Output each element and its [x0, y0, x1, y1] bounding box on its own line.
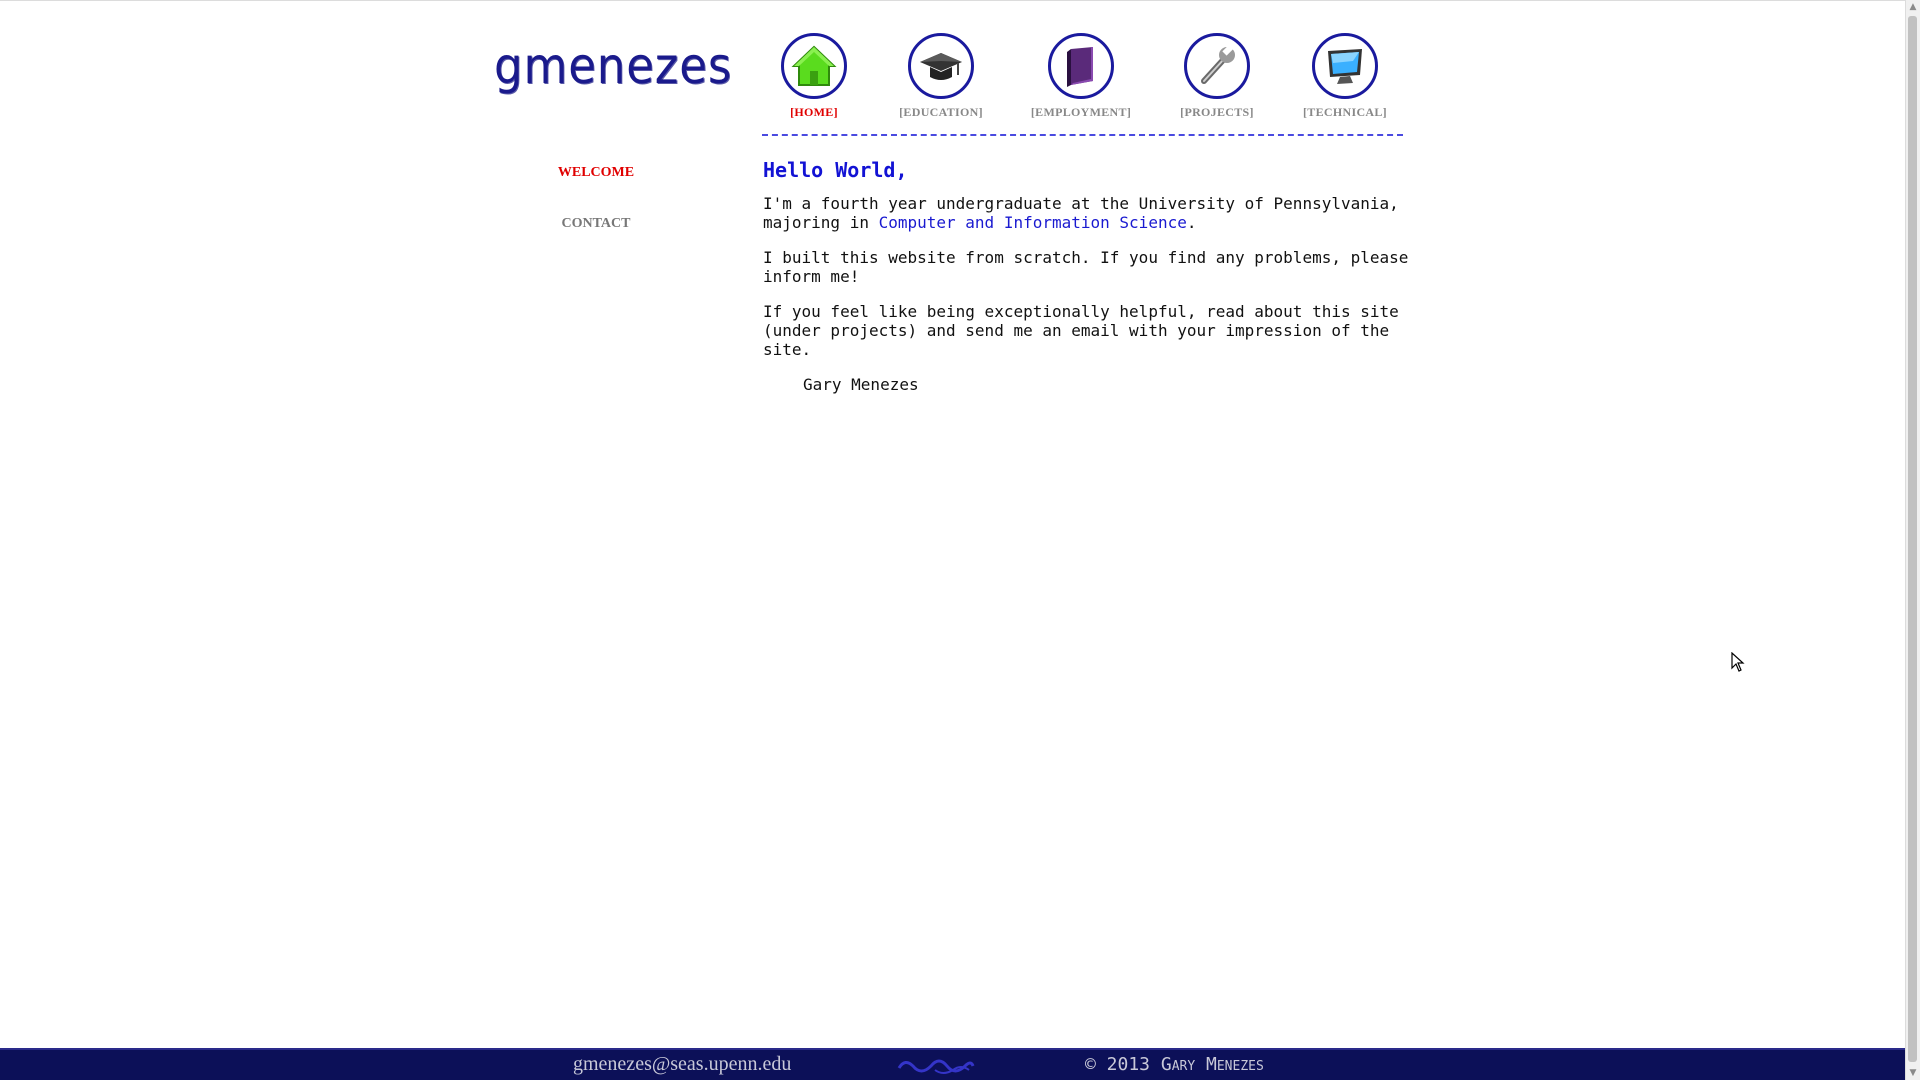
nav-education[interactable]: [EDUCATION]: [881, 33, 1001, 120]
scroll-down-arrow-icon[interactable]: ▼: [1906, 1066, 1920, 1080]
web-page: gmenezes [HOME] [EDUCATION] [EMPLOYMENT]…: [0, 0, 1905, 1080]
scrollbar-thumb[interactable]: [1908, 16, 1917, 1062]
sidebar-item-contact[interactable]: CONTACT: [476, 216, 716, 232]
footer-copyright: © 2013 Gary Menezes: [1085, 1054, 1264, 1075]
scroll-up-arrow-icon[interactable]: ▲: [1906, 0, 1920, 14]
vertical-scrollbar[interactable]: ▲ ▼: [1905, 0, 1920, 1080]
footer-bar: gmenezes@seas.upenn.edu © 2013 Gary Mene…: [0, 1048, 1905, 1080]
intro-period: .: [1186, 213, 1197, 232]
nav-label-technical[interactable]: [TECHNICAL]: [1285, 105, 1405, 120]
home-icon[interactable]: [781, 33, 847, 99]
nav-employment[interactable]: [EMPLOYMENT]: [1021, 33, 1141, 120]
nav-technical[interactable]: [TECHNICAL]: [1285, 33, 1405, 120]
intro-paragraph: I'm a fourth year undergraduate at the U…: [763, 194, 1413, 232]
nav-label-employment[interactable]: [EMPLOYMENT]: [1021, 105, 1141, 120]
swirl-ornament-icon: [895, 1054, 975, 1082]
nav-label-home[interactable]: [HOME]: [754, 105, 874, 120]
nav-divider: [762, 134, 1403, 136]
site-logo[interactable]: gmenezes: [494, 37, 732, 95]
built-paragraph: I built this website from scratch. If yo…: [763, 248, 1409, 286]
graduation-cap-icon[interactable]: [908, 33, 974, 99]
nav-projects[interactable]: [PROJECTS]: [1157, 33, 1277, 120]
greeting-heading: Hello World,: [763, 158, 908, 182]
book-icon[interactable]: [1048, 33, 1114, 99]
signature: Gary Menezes: [803, 375, 919, 394]
footer-email-link[interactable]: gmenezes@seas.upenn.edu: [573, 1053, 791, 1076]
cis-link[interactable]: Computer and Information Science: [879, 213, 1187, 232]
sidebar-item-welcome[interactable]: WELCOME: [476, 165, 716, 181]
nav-label-education[interactable]: [EDUCATION]: [881, 105, 1001, 120]
feedback-paragraph: If you feel like being exceptionally hel…: [763, 302, 1399, 359]
nav-home[interactable]: [HOME]: [754, 33, 874, 120]
monitor-icon[interactable]: [1312, 33, 1378, 99]
nav-label-projects[interactable]: [PROJECTS]: [1157, 105, 1277, 120]
mouse-pointer-icon: [1731, 651, 1745, 676]
main-content: Hello World, I'm a fourth year undergrad…: [763, 158, 1413, 394]
wrench-icon[interactable]: [1184, 33, 1250, 99]
